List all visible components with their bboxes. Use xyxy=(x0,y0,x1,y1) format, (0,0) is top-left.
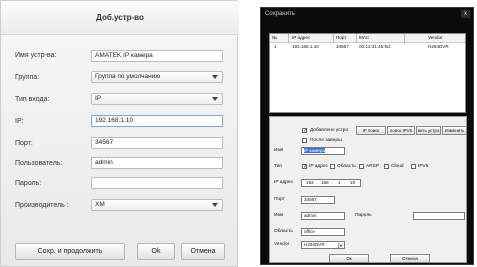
dialog-title: Сохранить xyxy=(265,11,295,17)
password-input[interactable] xyxy=(413,212,465,220)
col-mac: MAC xyxy=(359,35,370,40)
ok-button[interactable]: Ок xyxy=(329,254,369,263)
type-ipv6-label: IPV6 xyxy=(418,164,429,169)
passwords-label: Пароль: xyxy=(15,180,42,187)
ip-octet-1: 192 xyxy=(306,180,314,185)
name-label: Имя xyxy=(274,148,284,153)
port-label: Порт xyxy=(274,197,285,202)
users-input[interactable]: admin xyxy=(91,157,223,169)
col-vendor: Vendor xyxy=(428,35,443,40)
column-divider xyxy=(288,34,289,43)
password-label: Пароль xyxy=(355,213,372,218)
type-ip-label: IP адрес xyxy=(309,164,328,169)
ip-octet-3: 1 xyxy=(338,180,341,185)
type-area-checkbox[interactable] xyxy=(330,164,335,169)
ip-dot: . xyxy=(331,180,333,185)
password-input[interactable] xyxy=(91,177,223,189)
cancel-button[interactable]: Отмена xyxy=(181,243,225,260)
device-name-input[interactable]: AMATEK IP камера xyxy=(91,50,223,62)
port-input[interactable]: 34567 xyxy=(301,196,335,204)
area-label: Область xyxy=(274,229,293,234)
cancel-button[interactable]: Отмена xyxy=(390,254,430,263)
group-select[interactable]: Группа по умолчанию xyxy=(91,71,223,83)
added-device-label: Добавлено устро xyxy=(310,128,349,133)
chevron-down-icon xyxy=(212,203,218,207)
column-divider xyxy=(356,34,357,43)
chevron-down-icon xyxy=(338,243,343,248)
change-button[interactable]: Изменить xyxy=(442,126,467,135)
after-search-label: После заверш xyxy=(310,138,342,143)
group-value: Группа по умолчанию xyxy=(95,73,161,80)
input-type-label: Тип входа: xyxy=(15,96,50,103)
device-settings-panel: ✓ Добавлено устро После заверш IP поиск … xyxy=(269,116,467,263)
name-input[interactable]: IP камера xyxy=(301,147,345,155)
column-divider xyxy=(404,34,405,43)
col-number: № xyxy=(272,35,277,40)
type-arsp-label: ARSP xyxy=(366,164,380,169)
type-area-label: Область xyxy=(337,164,356,169)
ipv6-search-button[interactable]: поиск IPV6 xyxy=(387,126,415,135)
type-ip-checkbox[interactable]: ✓ xyxy=(302,164,307,170)
ip-label: IP: xyxy=(15,118,24,125)
input-type-select[interactable]: IP xyxy=(91,93,223,105)
device-list[interactable]: № IP адрес Порт MAC Vendor 1 192.168.1.1… xyxy=(269,33,466,113)
row-number: 1 xyxy=(274,44,277,49)
port-input[interactable]: 34567 xyxy=(91,137,223,149)
row-ip: 192.168.1.10 xyxy=(292,44,319,49)
ip-dot: . xyxy=(316,180,318,185)
manufacturer-select[interactable]: XM xyxy=(91,199,223,211)
type-arsp-checkbox[interactable] xyxy=(359,164,364,169)
ok-button[interactable]: Ok xyxy=(137,243,175,260)
port-label: Порт: xyxy=(15,140,33,147)
users-label: Пользователь: xyxy=(15,160,63,167)
row-mac: 00:12:31:45:9d: xyxy=(359,44,391,49)
list-header: № IP адрес Порт MAC Vendor xyxy=(270,34,465,43)
name-value: IP камера xyxy=(304,148,326,153)
row-port: 34567 xyxy=(336,44,349,49)
ip-input[interactable]: 192.168.1.10 xyxy=(91,115,223,127)
dialog-title: Доб.устр-во xyxy=(1,1,239,35)
manufacturer-value: XM xyxy=(95,201,105,208)
save-continue-button[interactable]: Сохр. и продолжить xyxy=(15,243,125,260)
vendor-label: Vendor xyxy=(274,242,290,247)
ip-address-input[interactable]: 192 . 168 . 1 . 10 xyxy=(301,179,361,187)
device-name-label: Имя устр-ва: xyxy=(15,52,57,59)
user-label: Имя xyxy=(274,213,284,218)
type-cloud-checkbox[interactable] xyxy=(384,164,389,169)
type-cloud-label: Cloud xyxy=(391,164,404,169)
chevron-down-icon xyxy=(212,97,218,101)
group-label: Группа: xyxy=(15,74,40,81)
column-divider xyxy=(333,34,334,43)
delete-device-button[interactable]: вить устро xyxy=(416,126,441,135)
col-ip: IP адрес xyxy=(292,35,311,40)
manufacturer-label: Производитель : xyxy=(15,202,69,209)
after-search-checkbox[interactable] xyxy=(302,138,307,143)
ip-octet-2: 168 xyxy=(321,180,329,185)
close-icon[interactable]: x xyxy=(461,10,470,18)
user-input[interactable]: admin xyxy=(301,212,345,220)
add-device-dialog: Доб.устр-во Имя устр-ва: AMATEK IP камер… xyxy=(0,0,239,267)
added-device-checkbox[interactable]: ✓ xyxy=(302,128,307,134)
ip-dot: . xyxy=(344,180,346,185)
ip-octet-4: 10 xyxy=(350,180,356,185)
ip-address-label: IP адрес xyxy=(274,180,293,185)
col-port: Порт xyxy=(336,35,347,40)
type-label: Тип xyxy=(274,164,282,169)
save-dialog: Сохранить x № IP адрес Порт MAC Vendor 1… xyxy=(260,7,474,265)
ip-search-button[interactable]: IP поиск xyxy=(356,126,386,135)
row-vendor: H264DVR xyxy=(428,44,449,49)
area-input[interactable]: office xyxy=(301,228,345,236)
vendor-select[interactable]: H264DVR xyxy=(301,241,345,249)
vendor-value: H264DVR xyxy=(304,242,325,247)
type-ipv6-checkbox[interactable] xyxy=(411,164,416,169)
chevron-down-icon xyxy=(212,75,218,79)
input-type-value: IP xyxy=(95,95,102,102)
